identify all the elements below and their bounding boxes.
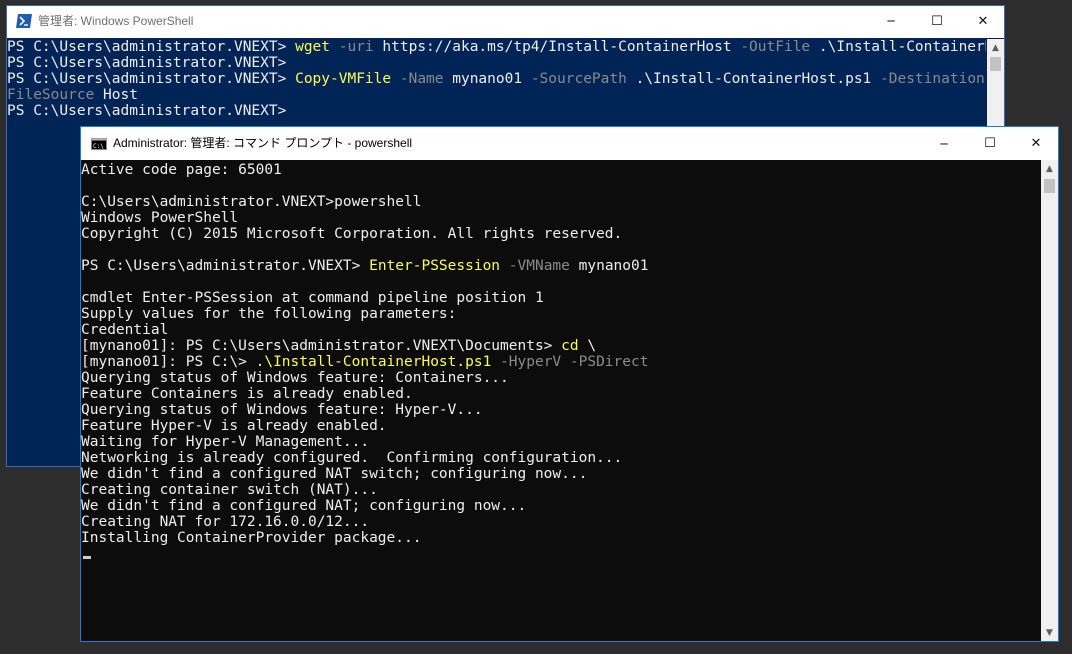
console-line: Active code page: 65001: [81, 162, 1040, 178]
console-text-segment: \: [578, 338, 597, 354]
console-line: Copyright (C) 2015 Microsoft Corporation…: [81, 226, 1040, 242]
command-prompt-window[interactable]: C:\ Administrator: 管理者: コマンド プロンプト - pow…: [80, 126, 1059, 642]
console-text-segment: Installing ContainerProvider package...: [81, 530, 422, 546]
console-text-segment: mynano01: [578, 258, 649, 274]
console-line: cmdlet Enter-PSSession at command pipeli…: [81, 290, 1040, 306]
powershell-titlebar[interactable]: 管理者: Windows PowerShell ─ ☐ ✕: [7, 6, 1004, 38]
command-prompt-window-title: Administrator: 管理者: コマンド プロンプト - powersh…: [113, 136, 413, 150]
command-prompt-icon: C:\: [91, 138, 107, 150]
command-prompt-scrollbar[interactable]: ▲ ▼: [1041, 160, 1058, 641]
console-line: Querying status of Windows feature: Cont…: [81, 370, 1040, 386]
console-text-segment: mynano01: [452, 71, 531, 87]
console-text-segment: wget: [295, 39, 331, 55]
console-text-segment: -DestinationPath: [880, 71, 986, 87]
console-text-segment: .\Install-ContainerHost.ps1: [255, 354, 492, 370]
console-text-segment: PS C:\Users\administrator.VNEXT>: [7, 103, 287, 119]
console-text-segment: Creating container switch (NAT)...: [81, 482, 378, 498]
powershell-scroll-up-icon[interactable]: ▲: [987, 39, 1004, 56]
console-text-segment: [mynano01]: PS C:\>: [81, 354, 256, 370]
console-line: Credential: [81, 322, 1040, 338]
command-prompt-scroll-down-icon[interactable]: ▼: [1041, 624, 1058, 641]
console-text-segment: -SourcePath: [530, 71, 636, 87]
console-text-segment: Copyright (C) 2015 Microsoft Corporation…: [81, 226, 623, 242]
console-text-segment: Host: [103, 87, 138, 103]
console-text-segment: Supply values for the following paramete…: [81, 306, 457, 322]
console-text-segment: Active code page: 65001: [81, 162, 282, 178]
console-text-segment: -HyperV -PSDirect: [491, 354, 649, 370]
console-text-segment: We didn't find a configured NAT switch; …: [81, 466, 588, 482]
powershell-maximize-button[interactable]: ☐: [914, 6, 960, 36]
console-line: Feature Containers is already enabled.: [81, 386, 1040, 402]
console-text-segment: Networking is already configured. Confir…: [81, 450, 623, 466]
powershell-window-title: 管理者: Windows PowerShell: [38, 14, 194, 28]
console-text-segment: PS C:\Users\administrator.VNEXT>: [7, 55, 287, 71]
console-line: Querying status of Windows feature: Hype…: [81, 402, 1040, 418]
console-line: C:\Users\administrator.VNEXT>powershell: [81, 194, 1040, 210]
console-text-segment: https://aka.ms/tp4/Install-ContainerHost: [382, 39, 741, 55]
console-text-segment: Credential: [81, 322, 169, 338]
console-line: PS C:\Users\administrator.VNEXT>: [7, 55, 986, 71]
console-text-segment: Feature Containers is already enabled.: [81, 386, 413, 402]
console-line: Supply values for the following paramete…: [81, 306, 1040, 322]
console-text-segment: -uri: [330, 39, 383, 55]
console-line: Waiting for Hyper-V Management...: [81, 434, 1040, 450]
console-line: [mynano01]: PS C:\> .\Install-ContainerH…: [81, 354, 1040, 370]
console-text-segment: [mynano01]: PS C:\Users\administrator.VN…: [81, 338, 562, 354]
command-prompt-console-output[interactable]: Active code page: 65001 C:\Users\administ…: [81, 162, 1040, 641]
console-text-segment: -Name: [391, 71, 453, 87]
console-text-segment: Copy-VMFile: [295, 71, 392, 87]
console-text-segment: .\Install-ContainerHost.ps1: [635, 71, 881, 87]
command-prompt-scroll-up-icon[interactable]: ▲: [1041, 160, 1058, 177]
console-line: Windows PowerShell: [81, 210, 1040, 226]
console-text-segment: Querying status of Windows feature: Hype…: [81, 402, 483, 418]
console-line: PS C:\Users\administrator.VNEXT> wget -u…: [7, 39, 986, 55]
console-line: We didn't find a configured NAT; configu…: [81, 498, 1040, 514]
command-prompt-maximize-button[interactable]: ☐: [967, 127, 1013, 160]
console-text-segment: .\Install-ContainerHost.ps1: [818, 39, 986, 55]
command-prompt-scroll-thumb[interactable]: [1044, 179, 1055, 193]
console-text-segment: Enter-PSSession: [369, 258, 501, 274]
console-text-segment: cmdlet Enter-PSSession at command pipeli…: [81, 290, 544, 306]
powershell-icon: [16, 14, 32, 28]
console-text-segment: C:\Users\administrator.VNEXT>powershell: [81, 194, 422, 210]
console-line: PS C:\Users\administrator.VNEXT>: [7, 103, 986, 119]
powershell-scroll-thumb[interactable]: [990, 57, 1001, 71]
command-prompt-titlebar[interactable]: C:\ Administrator: 管理者: コマンド プロンプト - pow…: [81, 127, 1058, 160]
console-line: [mynano01]: PS C:\Users\administrator.VN…: [81, 338, 1040, 354]
console-line: Feature Hyper-V is already enabled.: [81, 418, 1040, 434]
command-prompt-close-button[interactable]: ✕: [1013, 127, 1059, 160]
console-text-segment: PS C:\Users\administrator.VNEXT>: [81, 258, 370, 274]
powershell-close-button[interactable]: ✕: [960, 6, 1006, 36]
console-text-segment: Waiting for Hyper-V Management...: [81, 434, 370, 450]
console-text-segment: cd: [561, 338, 579, 354]
console-text-segment: Querying status of Windows feature: Cont…: [81, 370, 509, 386]
powershell-minimize-button[interactable]: ─: [868, 6, 914, 36]
console-line: PS C:\Users\administrator.VNEXT> Copy-VM…: [7, 71, 986, 87]
text-cursor: [83, 556, 91, 559]
command-prompt-minimize-button[interactable]: ─: [921, 127, 967, 160]
console-text-segment: Creating NAT for 172.16.0.0/12...: [81, 514, 370, 530]
svg-text:C:\: C:\: [93, 143, 104, 150]
console-text-segment: PS C:\Users\administrator.VNEXT>: [7, 39, 296, 55]
console-text-segment: -OutFile: [740, 39, 819, 55]
console-line: FileSource Host: [7, 87, 986, 103]
console-text-segment: PS C:\Users\administrator.VNEXT>: [7, 71, 296, 87]
console-text-segment: FileSource: [7, 87, 104, 103]
console-text-segment: Feature Hyper-V is already enabled.: [81, 418, 387, 434]
console-line: Creating container switch (NAT)...: [81, 482, 1040, 498]
console-line: Networking is already configured. Confir…: [81, 450, 1040, 466]
console-text-segment: We didn't find a configured NAT; configu…: [81, 498, 527, 514]
console-line: Installing ContainerProvider package...: [81, 530, 1040, 546]
console-text-segment: Windows PowerShell: [81, 210, 239, 226]
console-line: Creating NAT for 172.16.0.0/12...: [81, 514, 1040, 530]
console-text-segment: -VMName: [500, 258, 579, 274]
console-line: We didn't find a configured NAT switch; …: [81, 466, 1040, 482]
console-line: PS C:\Users\administrator.VNEXT> Enter-P…: [81, 258, 1040, 274]
